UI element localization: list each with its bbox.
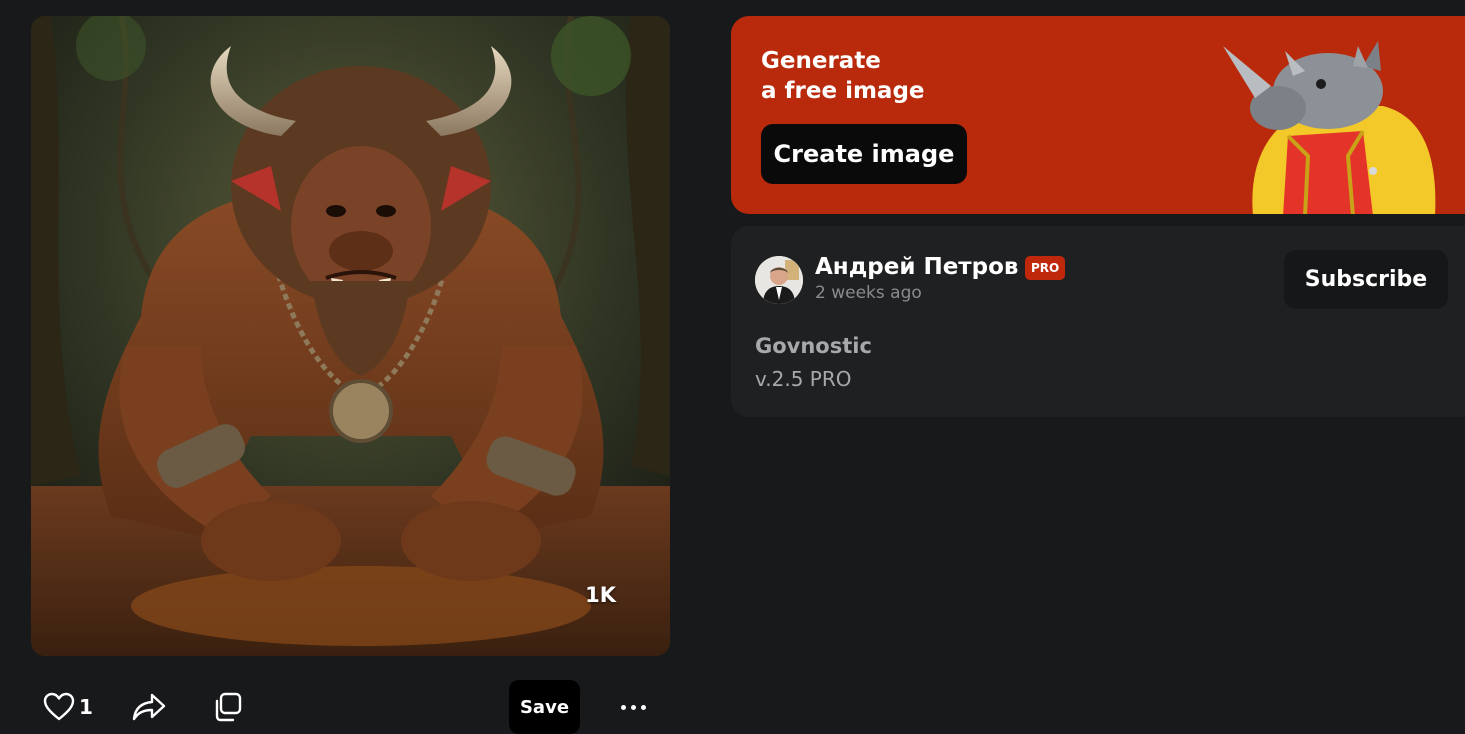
pro-badge: PRO — [1025, 256, 1066, 280]
promo-title: Generate a free image — [761, 48, 925, 104]
like-button[interactable]: 1 — [43, 680, 103, 734]
creature-illustration — [31, 16, 670, 656]
image-action-bar: 1 Save — [31, 680, 670, 734]
generated-image[interactable]: 1K — [31, 16, 670, 656]
resolution-badge: 1K — [585, 583, 616, 607]
more-icon — [618, 704, 648, 710]
model-name[interactable]: Govnostic — [755, 334, 872, 358]
share-icon — [132, 693, 166, 721]
author-card: Андрей Петров PRO 2 weeks ago Subscribe … — [731, 226, 1465, 417]
image-detail-page: 1K 1 Save Generate a free image Create i… — [0, 0, 1465, 734]
author-avatar[interactable] — [755, 256, 803, 304]
model-version: v.2.5 PRO — [755, 367, 852, 391]
generate-promo-banner: Generate a free image Create image — [731, 16, 1465, 214]
heart-icon — [43, 692, 75, 721]
create-image-button[interactable]: Create image — [761, 124, 967, 184]
save-button[interactable]: Save — [509, 680, 580, 734]
copy-button[interactable] — [207, 680, 247, 734]
copy-icon — [215, 692, 242, 722]
like-count: 1 — [79, 695, 93, 719]
post-timestamp: 2 weeks ago — [815, 283, 922, 303]
share-button[interactable] — [129, 680, 169, 734]
rhino-mascot-illustration — [1223, 41, 1436, 214]
subscribe-button[interactable]: Subscribe — [1284, 250, 1448, 309]
avatar-image — [755, 256, 803, 304]
author-name[interactable]: Андрей Петров — [815, 254, 1018, 280]
more-options-button[interactable] — [615, 680, 651, 734]
